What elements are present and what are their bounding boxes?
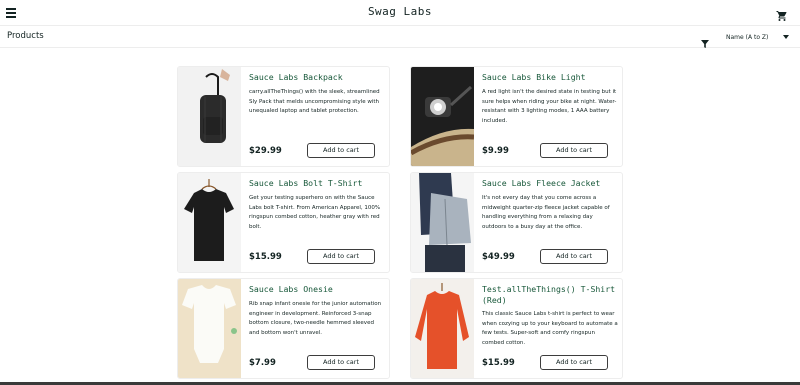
product-image-red-sweater[interactable]: [411, 279, 474, 378]
product-image-fleece-jacket[interactable]: [411, 173, 474, 272]
inventory-item: Sauce Labs Onesie Rib snap infant onesie…: [177, 278, 390, 379]
inventory-item: Test.allTheThings() T-Shirt (Red) This c…: [410, 278, 623, 379]
item-description: Rib snap infant onesie for the junior au…: [249, 301, 382, 336]
add-to-cart-button[interactable]: Add to cart: [307, 355, 375, 370]
item-price: $15.99: [482, 358, 515, 368]
product-image-backpack[interactable]: [178, 67, 241, 166]
product-image-onesie[interactable]: [178, 279, 241, 378]
item-name-link[interactable]: Sauce Labs Onesie: [249, 284, 385, 295]
item-price: $7.99: [249, 358, 276, 368]
inventory-item: Sauce Labs Bolt T-Shirt Get your testing…: [177, 172, 390, 273]
item-name-link[interactable]: Sauce Labs Bolt T-Shirt: [249, 178, 385, 189]
item-name-link[interactable]: Sauce Labs Fleece Jacket: [482, 178, 618, 189]
item-description: carry.allTheThings() with the sleek, str…: [249, 89, 380, 114]
inventory-item: Sauce Labs Fleece Jacket It's not every …: [410, 172, 623, 273]
item-name-link[interactable]: Sauce Labs Backpack: [249, 72, 385, 83]
add-to-cart-button[interactable]: Add to cart: [307, 249, 375, 264]
item-name-link[interactable]: Test.allTheThings() T-Shirt (Red): [482, 284, 618, 306]
item-description: It's not every day that you come across …: [482, 195, 610, 230]
product-image-bike-light[interactable]: [411, 67, 474, 166]
item-description: Get your testing superhero on with the S…: [249, 195, 381, 230]
inventory-list: Sauce Labs Backpack carry.allTheThings()…: [0, 0, 800, 385]
add-to-cart-button[interactable]: Add to cart: [540, 355, 608, 370]
inventory-item: Sauce Labs Backpack carry.allTheThings()…: [177, 66, 390, 167]
item-description: A red light isn't the desired state in t…: [482, 89, 617, 124]
add-to-cart-button[interactable]: Add to cart: [540, 249, 608, 264]
add-to-cart-button[interactable]: Add to cart: [307, 143, 375, 158]
product-image-black-tshirt[interactable]: [178, 173, 241, 272]
item-price: $9.99: [482, 146, 509, 156]
item-description: This classic Sauce Labs t-shirt is perfe…: [482, 311, 618, 346]
item-price: $15.99: [249, 252, 282, 262]
item-name-link[interactable]: Sauce Labs Bike Light: [482, 72, 618, 83]
inventory-item: Sauce Labs Bike Light A red light isn't …: [410, 66, 623, 167]
item-price: $49.99: [482, 252, 515, 262]
item-price: $29.99: [249, 146, 282, 156]
add-to-cart-button[interactable]: Add to cart: [540, 143, 608, 158]
